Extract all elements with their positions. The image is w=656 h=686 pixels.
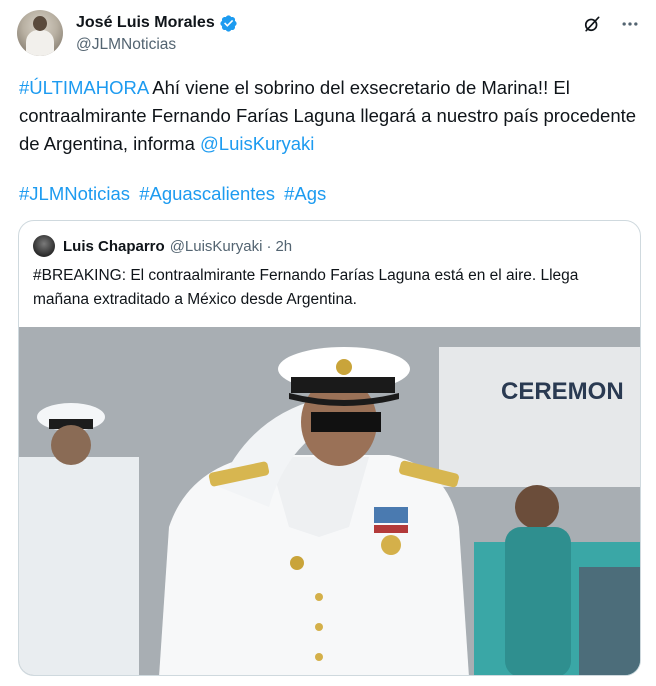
hashtag-ags[interactable]: #Ags [284,183,326,204]
hashtag-jlmnoticias[interactable]: #JLMNoticias [19,183,130,204]
tweet-text: #ÚLTIMAHORA Ahí viene el sobrino del exs… [19,74,639,158]
quote-author-handle[interactable]: @LuisKuryaki [170,238,263,255]
quote-author-name[interactable]: Luis Chaparro [63,238,165,255]
hashtag-ultimahora[interactable]: #ÚLTIMAHORA [19,77,148,98]
quote-separator: · [266,237,272,255]
grok-icon[interactable] [580,12,604,36]
author-name-row: José Luis Morales [76,12,238,34]
quote-author-avatar[interactable] [33,235,55,257]
tweet-top-actions [580,12,642,36]
author-display-name[interactable]: José Luis Morales [76,14,215,32]
quote-text: #BREAKING: El contraalmirante Fernando F… [33,267,579,308]
quoted-tweet[interactable]: Luis Chaparro @LuisKuryaki · 2h #BREAKIN… [18,220,641,676]
tweet[interactable]: José Luis Morales @JLMNoticias #ÚLTIMAHO… [0,0,656,686]
author-handle[interactable]: @JLMNoticias [76,36,176,54]
tweet-hashtags: #JLMNoticias #Aguascalientes #Ags [19,180,330,208]
author-avatar[interactable] [17,10,63,56]
quote-timestamp[interactable]: 2h [275,238,292,255]
more-options-icon[interactable] [618,12,642,36]
verified-badge-icon [219,14,238,33]
photo-sign-text: CEREMON [501,378,624,405]
hashtag-aguascalientes[interactable]: #Aguascalientes [139,183,275,204]
mention-luiskuryaki[interactable]: @LuisKuryaki [200,133,314,154]
quote-photo[interactable]: CEREMON [19,327,640,675]
quote-header: Luis Chaparro @LuisKuryaki · 2h [33,235,292,257]
